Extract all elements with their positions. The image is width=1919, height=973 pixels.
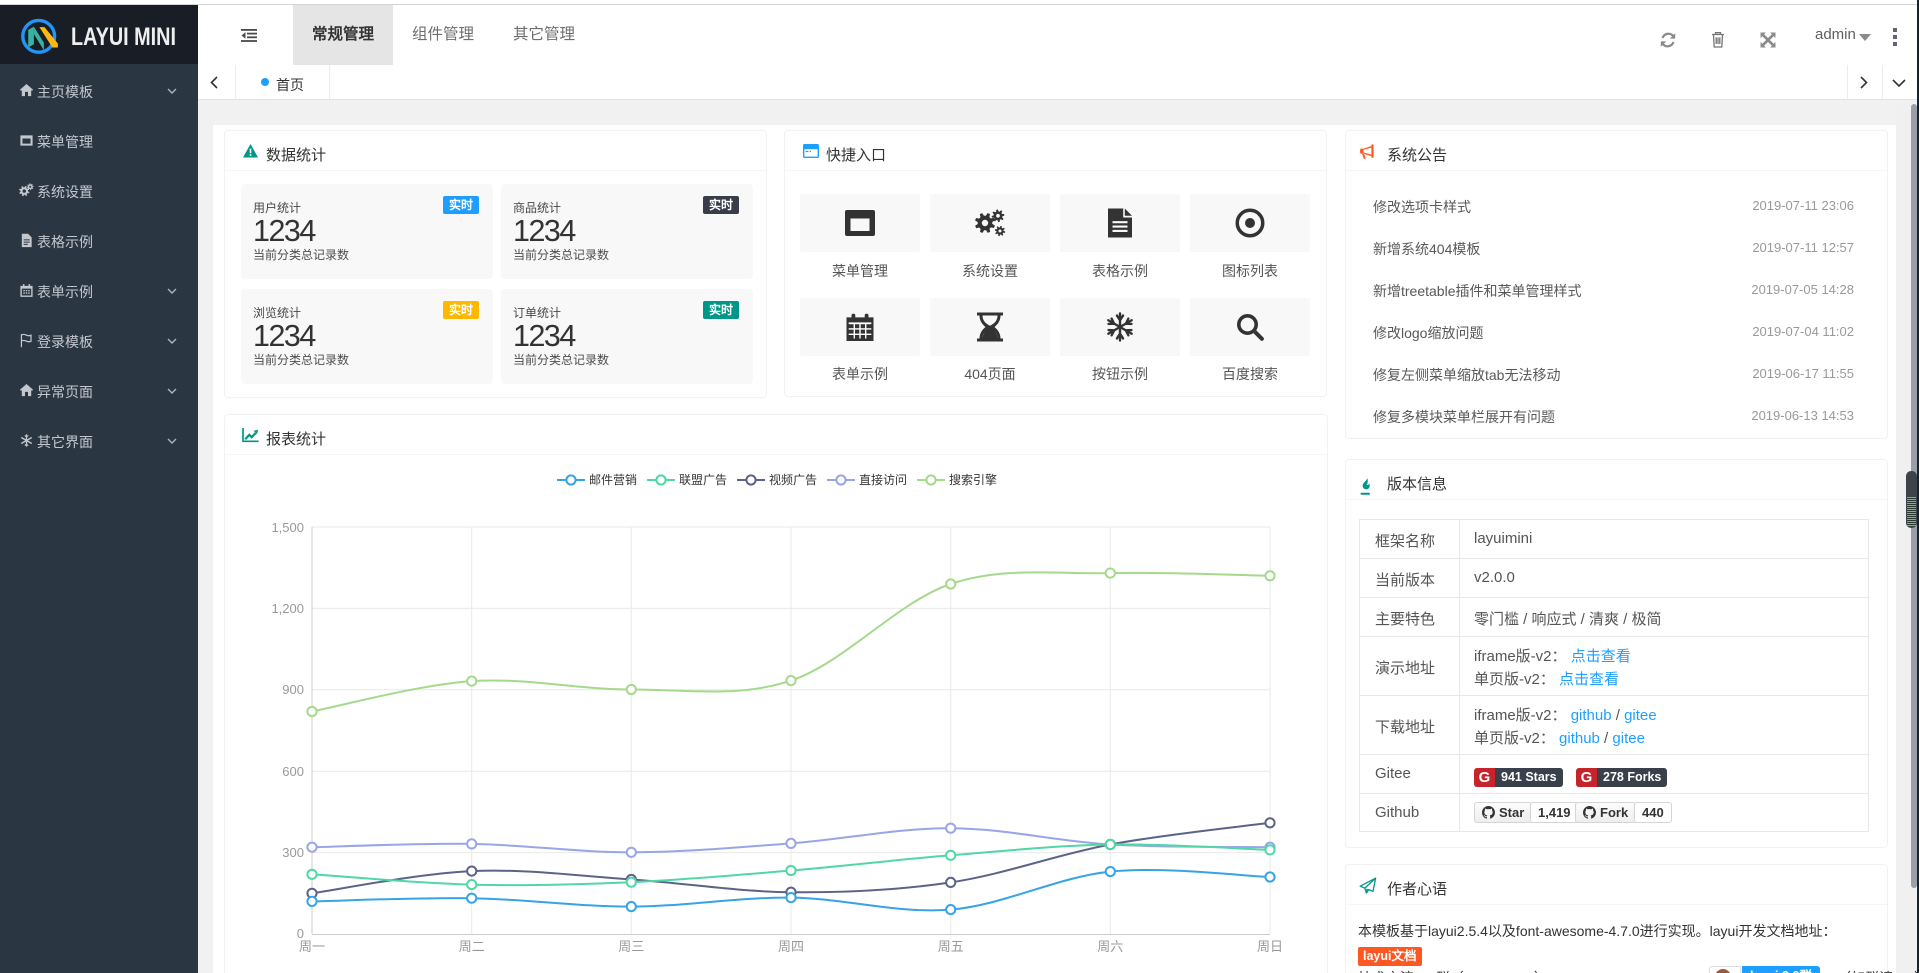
svg-text:900: 900 xyxy=(282,682,304,697)
svg-text:1,200: 1,200 xyxy=(271,601,304,616)
svg-text:600: 600 xyxy=(282,764,304,779)
svg-text:周五: 周五 xyxy=(938,939,964,954)
svg-text:LAYUI MINI: LAYUI MINI xyxy=(71,23,176,51)
svg-text:周日: 周日 xyxy=(1257,939,1283,954)
svg-text:300: 300 xyxy=(282,845,304,860)
svg-text:周四: 周四 xyxy=(778,939,804,954)
svg-text:周二: 周二 xyxy=(459,939,485,954)
svg-text:周三: 周三 xyxy=(618,939,644,954)
svg-text:周六: 周六 xyxy=(1097,939,1123,954)
svg-text:1,500: 1,500 xyxy=(271,520,304,535)
svg-text:周一: 周一 xyxy=(299,939,325,954)
